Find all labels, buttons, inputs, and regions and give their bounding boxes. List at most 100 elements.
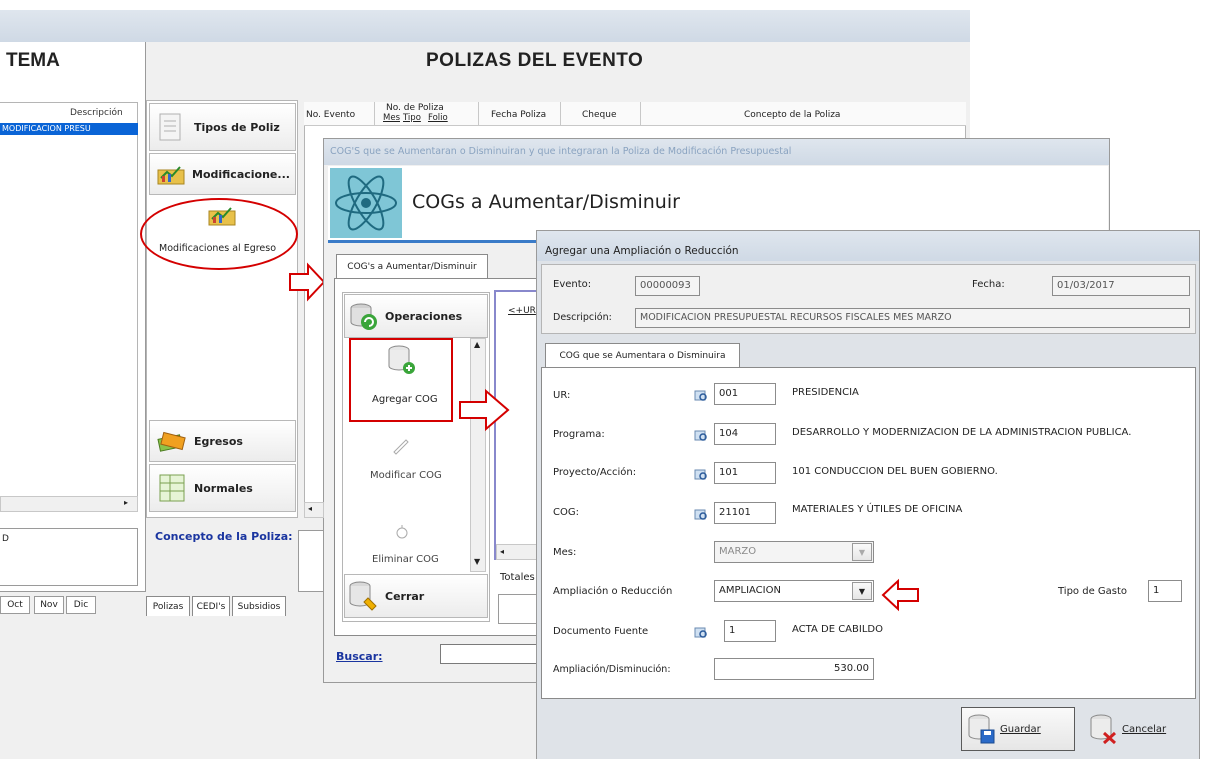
scroll-left-icon[interactable]: ◂ <box>308 504 312 513</box>
cogs-window-title: COG'S que se Aumentaran o Disminuiran y … <box>330 146 792 157</box>
chevron-down-icon[interactable]: ▼ <box>852 543 872 561</box>
money-icon <box>157 431 186 452</box>
col-fecha: Fecha Poliza <box>491 110 547 120</box>
doc-fuente-field[interactable]: 1 <box>724 620 776 642</box>
programa-desc: DESARROLLO Y MODERNIZACION DE LA ADMINIS… <box>792 427 1132 438</box>
ampdis-field[interactable]: 530.00 <box>714 658 874 680</box>
sistema-list[interactable] <box>0 102 138 512</box>
col-divider <box>478 102 479 126</box>
col-divider <box>374 102 375 126</box>
evento-field[interactable]: 00000093 <box>635 276 700 296</box>
sistema-concept-text: D <box>2 534 9 544</box>
month-tab-oct[interactable]: Oct <box>0 596 30 614</box>
lookup-icon[interactable] <box>694 469 708 481</box>
tab-subsidios[interactable]: Subsidios <box>232 596 286 616</box>
col-tipo: Tipo <box>403 113 421 123</box>
sistema-concept-box[interactable] <box>0 528 138 586</box>
main-window-titlebar <box>0 10 970 42</box>
proyecto-label: Proyecto/Acción: <box>553 467 637 478</box>
save-db-icon <box>968 714 995 744</box>
tipo-gasto-field[interactable]: 1 <box>1148 580 1182 602</box>
highlight-ellipse-egreso <box>140 198 298 270</box>
nav-modificaciones[interactable]: Modificacione... <box>149 153 296 195</box>
cancel-db-icon <box>1090 714 1117 745</box>
totales-label: Totales <box>500 572 535 583</box>
ur-label: UR: <box>553 390 571 401</box>
nav-egresos[interactable]: Egresos <box>149 420 296 462</box>
operaciones-vscroll[interactable] <box>470 338 486 572</box>
cancelar-label: Cancelar <box>1122 723 1167 735</box>
eliminar-cog-button[interactable]: Eliminar COG <box>350 520 452 570</box>
nav-tipos-poliza[interactable]: Tipos de Poliz <box>149 103 296 151</box>
highlight-agregar-cog <box>349 338 453 422</box>
selected-row-text: MODIFICACION PRESU <box>2 124 91 133</box>
scroll-down-icon[interactable]: ▼ <box>474 557 480 566</box>
tab-cogs-aumentar[interactable]: COG's a Aumentar/Disminuir <box>336 254 488 278</box>
buscar-input[interactable] <box>440 644 540 664</box>
red-arrow-2 <box>459 388 510 432</box>
delete-icon <box>396 525 408 539</box>
nav-modificaciones-label: Modificacione... <box>192 167 290 181</box>
ampdis-value: 530.00 <box>834 663 869 674</box>
scroll-right-icon[interactable]: ▸ <box>124 498 128 507</box>
evento-label: Evento: <box>553 279 592 290</box>
chevron-down-icon[interactable]: ▼ <box>852 582 872 600</box>
ur-field[interactable]: 001 <box>714 383 776 405</box>
col-divider <box>640 102 641 126</box>
cog-field[interactable]: 21101 <box>714 502 776 524</box>
col-divider <box>560 102 561 126</box>
programa-field[interactable]: 104 <box>714 423 776 445</box>
eliminar-cog-label: Eliminar COG <box>372 554 439 565</box>
tab-cedis[interactable]: CEDI's <box>192 596 230 616</box>
red-arrow-3 <box>881 578 919 612</box>
mes-label: Mes: <box>553 547 577 558</box>
descripcion-header: Descripción <box>70 108 123 118</box>
tab-cog-aumentara[interactable]: COG que se Aumentara o Disminuira <box>545 343 740 367</box>
month-tab-dic[interactable]: Dic <box>66 596 96 614</box>
pencil-icon <box>393 439 409 455</box>
guardar-label: Guardar <box>1000 723 1041 735</box>
fecha-label: Fecha: <box>972 279 1005 290</box>
cerrar-button[interactable]: Cerrar <box>344 574 488 618</box>
polizas-grid-hscroll[interactable] <box>304 502 324 518</box>
nav-normales[interactable]: Normales <box>149 464 296 512</box>
red-arrow-1 <box>289 262 326 302</box>
ampred-select[interactable]: AMPLIACION <box>714 580 874 602</box>
lookup-icon[interactable] <box>694 430 708 442</box>
month-tab-nov[interactable]: Nov <box>34 596 64 614</box>
cog-desc: MATERIALES Y ÚTILES DE OFICINA <box>792 504 963 515</box>
ur-desc: PRESIDENCIA <box>792 387 859 398</box>
lookup-icon[interactable] <box>694 627 708 639</box>
tab-polizas[interactable]: Polizas <box>146 596 190 616</box>
scroll-left-icon[interactable]: ◂ <box>500 547 504 556</box>
descripcion-label: Descripción: <box>553 312 612 323</box>
atom-icon <box>330 168 402 238</box>
polizas-title: POLIZAS DEL EVENTO <box>426 50 644 71</box>
descripcion-field[interactable]: MODIFICACION PRESUPUESTAL RECURSOS FISCA… <box>635 308 1190 328</box>
nav-tipos-label: Tipos de Poliz <box>194 120 280 134</box>
cancelar-button[interactable]: Cancelar <box>1084 707 1194 751</box>
doc-fuente-desc: ACTA DE CABILDO <box>792 624 883 635</box>
tipo-gasto-label: Tipo de Gasto <box>1058 586 1128 597</box>
modificar-cog-button[interactable]: Modificar COG <box>350 430 452 490</box>
sistema-hscroll[interactable] <box>0 496 138 512</box>
nav-egresos-label: Egresos <box>194 434 243 448</box>
ampred-label: Ampliación o Reducción <box>553 586 673 597</box>
doc-fuente-label: Documento Fuente <box>553 626 649 637</box>
modificar-cog-label: Modificar COG <box>370 470 442 481</box>
col-cheque: Cheque <box>582 110 617 120</box>
close-db-icon <box>349 581 377 611</box>
lookup-icon[interactable] <box>694 509 708 521</box>
concepto-poliza-box[interactable] <box>298 530 324 592</box>
dialog-tab-panel <box>541 367 1196 699</box>
mes-select[interactable]: MARZO <box>714 541 874 563</box>
concepto-poliza-label: Concepto de la Poliza: <box>155 530 293 543</box>
fecha-field[interactable]: 01/03/2017 <box>1052 276 1190 296</box>
dialog-title: Agregar una Ampliación o Reducción <box>545 245 739 257</box>
database-refresh-icon <box>350 303 377 330</box>
scroll-up-icon[interactable]: ▲ <box>474 340 480 349</box>
guardar-button[interactable]: Guardar <box>961 707 1075 751</box>
lookup-icon[interactable] <box>694 390 708 402</box>
buscar-label: Buscar: <box>336 650 383 663</box>
proyecto-field[interactable]: 101 <box>714 462 776 484</box>
